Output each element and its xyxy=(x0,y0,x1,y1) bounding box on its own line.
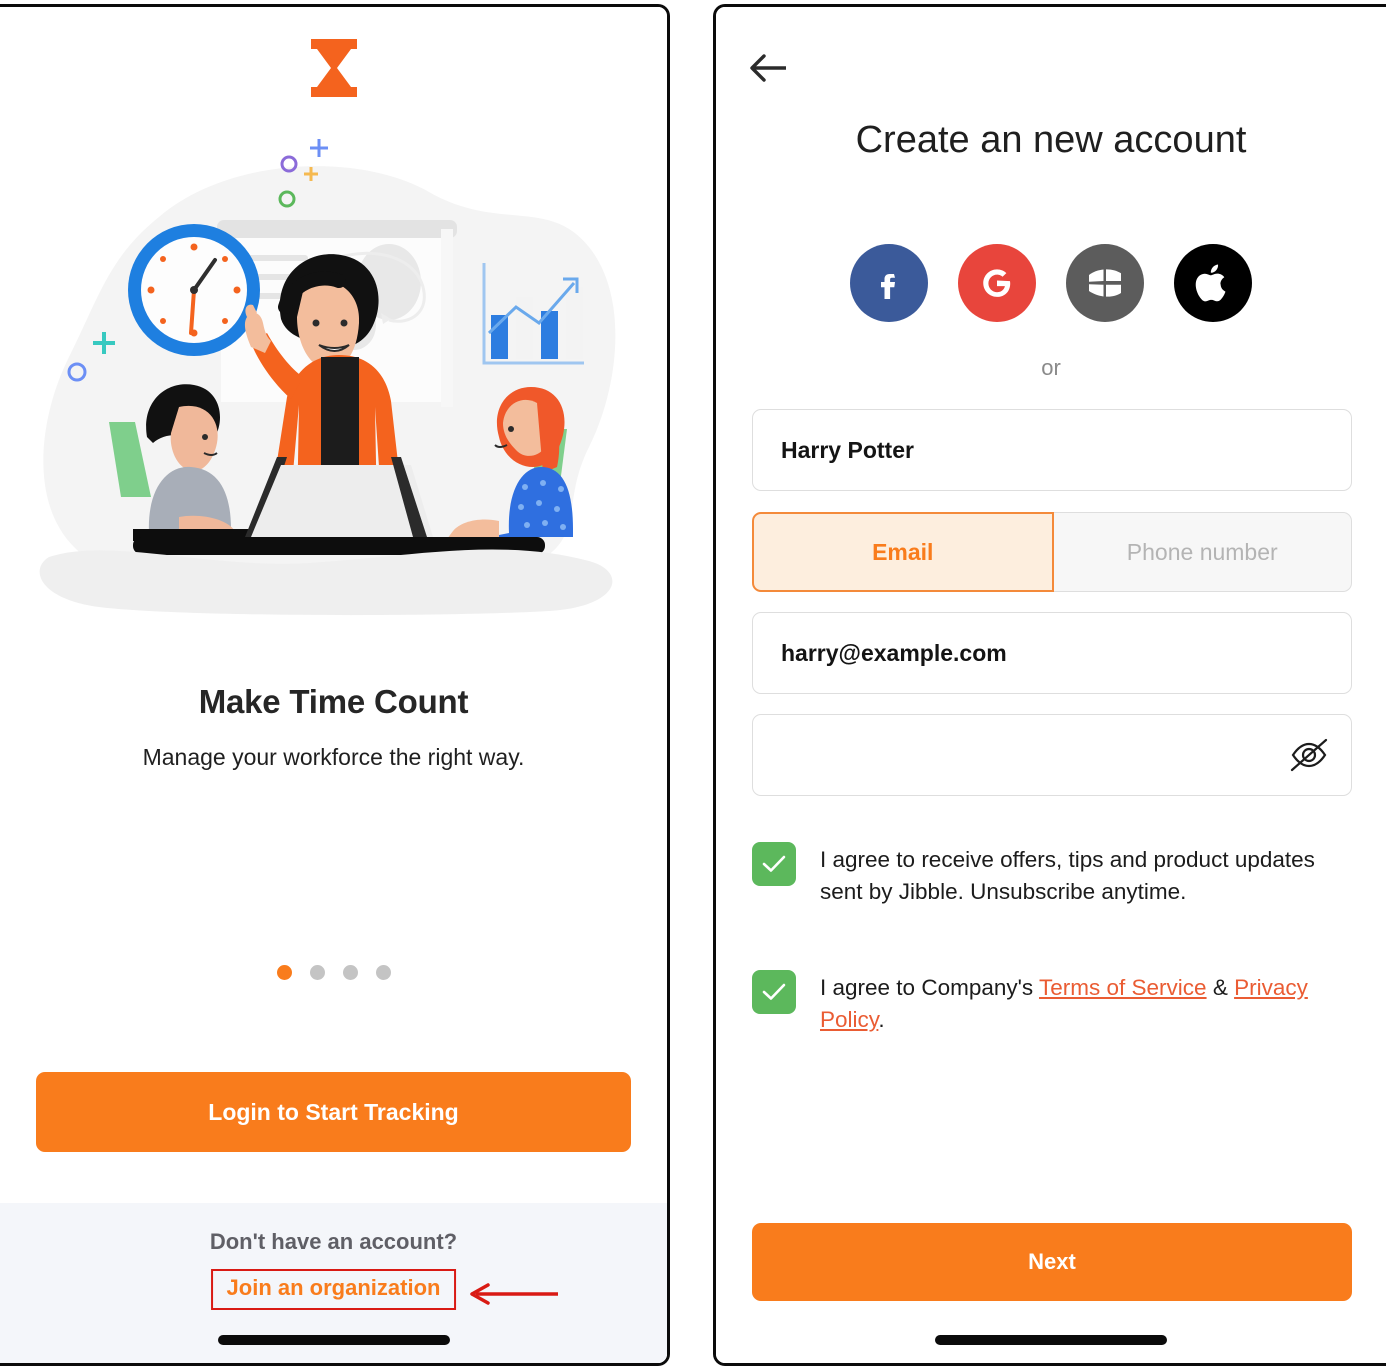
annotation-arrow-icon xyxy=(470,1283,558,1305)
carousel-dot-4[interactable] xyxy=(375,965,391,980)
apple-login-button[interactable] xyxy=(1174,244,1252,322)
app-logo xyxy=(0,37,667,99)
toggle-password-visibility-button[interactable] xyxy=(1287,735,1331,775)
terms-text-between: & xyxy=(1206,975,1235,1000)
team-meeting-illustration xyxy=(39,139,615,616)
carousel-pagination[interactable] xyxy=(0,965,667,980)
page-subtitle: Manage your workforce the right way. xyxy=(142,744,525,770)
google-login-button[interactable] xyxy=(958,244,1036,322)
join-an-organization-link[interactable]: Join an organization xyxy=(227,1275,441,1301)
terms-text-before: I agree to Company's xyxy=(820,975,1040,1000)
terms-consent-label: I agree to Company's Terms of Service & … xyxy=(820,970,1358,1036)
terms-consent-checkbox[interactable] xyxy=(752,970,796,1014)
carousel-dot-1[interactable] xyxy=(276,965,292,980)
consent-row-marketing: I agree to receive offers, tips and prod… xyxy=(752,842,1358,908)
onboarding-illustration xyxy=(0,137,667,637)
tab-email[interactable]: Email xyxy=(752,512,1054,592)
home-indicator xyxy=(935,1335,1167,1345)
google-icon xyxy=(983,269,1011,297)
full-name-input[interactable]: Harry Potter xyxy=(752,409,1352,491)
next-button[interactable]: Next xyxy=(752,1223,1352,1301)
no-account-label: Don't have an account? xyxy=(209,1229,458,1254)
join-organization-highlight: Join an organization xyxy=(210,1269,457,1310)
tab-phone-number[interactable]: Phone number xyxy=(1053,512,1352,592)
windows-icon xyxy=(1089,269,1121,297)
consent-row-terms: I agree to Company's Terms of Service & … xyxy=(752,970,1358,1036)
login-to-start-tracking-button[interactable]: Login to Start Tracking xyxy=(36,1072,631,1152)
arrow-left-icon xyxy=(750,54,786,82)
facebook-login-button[interactable] xyxy=(850,244,928,322)
apple-icon xyxy=(1195,264,1226,302)
page-title: Make Time Count xyxy=(198,683,469,720)
terms-text-after: . xyxy=(878,1007,885,1032)
create-account-title: Create an new account xyxy=(855,119,1247,161)
back-button[interactable] xyxy=(748,47,796,89)
contact-method-toggle: Email Phone number xyxy=(752,512,1352,592)
check-icon xyxy=(762,983,786,1000)
screenshot-stage: Make Time Count Manage your workforce th… xyxy=(0,0,1386,1370)
marketing-consent-label: I agree to receive offers, tips and prod… xyxy=(820,847,1315,904)
terms-of-service-link[interactable]: Terms of Service xyxy=(1039,975,1207,1000)
email-value: harry@example.com xyxy=(781,639,1007,666)
right-screen-content: Create an new account or Harry Potter Em… xyxy=(716,7,1386,1363)
microsoft-login-button[interactable] xyxy=(1066,244,1144,322)
marketing-consent-checkbox[interactable] xyxy=(752,842,796,886)
password-input[interactable] xyxy=(752,714,1352,796)
email-input[interactable]: harry@example.com xyxy=(752,612,1352,694)
home-indicator xyxy=(217,1335,450,1345)
or-divider-label: or xyxy=(1041,355,1061,380)
facebook-icon xyxy=(881,274,895,299)
jibble-hourglass-logo xyxy=(310,39,357,97)
eye-off-icon xyxy=(1290,738,1328,772)
signup-footer: Don't have an account? Join an organizat… xyxy=(0,1203,667,1363)
phone-screen-onboarding: Make Time Count Manage your workforce th… xyxy=(0,4,670,1366)
check-icon xyxy=(762,855,786,872)
carousel-dot-3[interactable] xyxy=(342,965,358,980)
phone-screen-create-account: Create an new account or Harry Potter Em… xyxy=(713,4,1386,1366)
left-screen-content: Make Time Count Manage your workforce th… xyxy=(0,7,667,1363)
full-name-value: Harry Potter xyxy=(781,436,914,463)
carousel-dot-2[interactable] xyxy=(309,965,325,980)
social-login-row xyxy=(716,244,1386,322)
